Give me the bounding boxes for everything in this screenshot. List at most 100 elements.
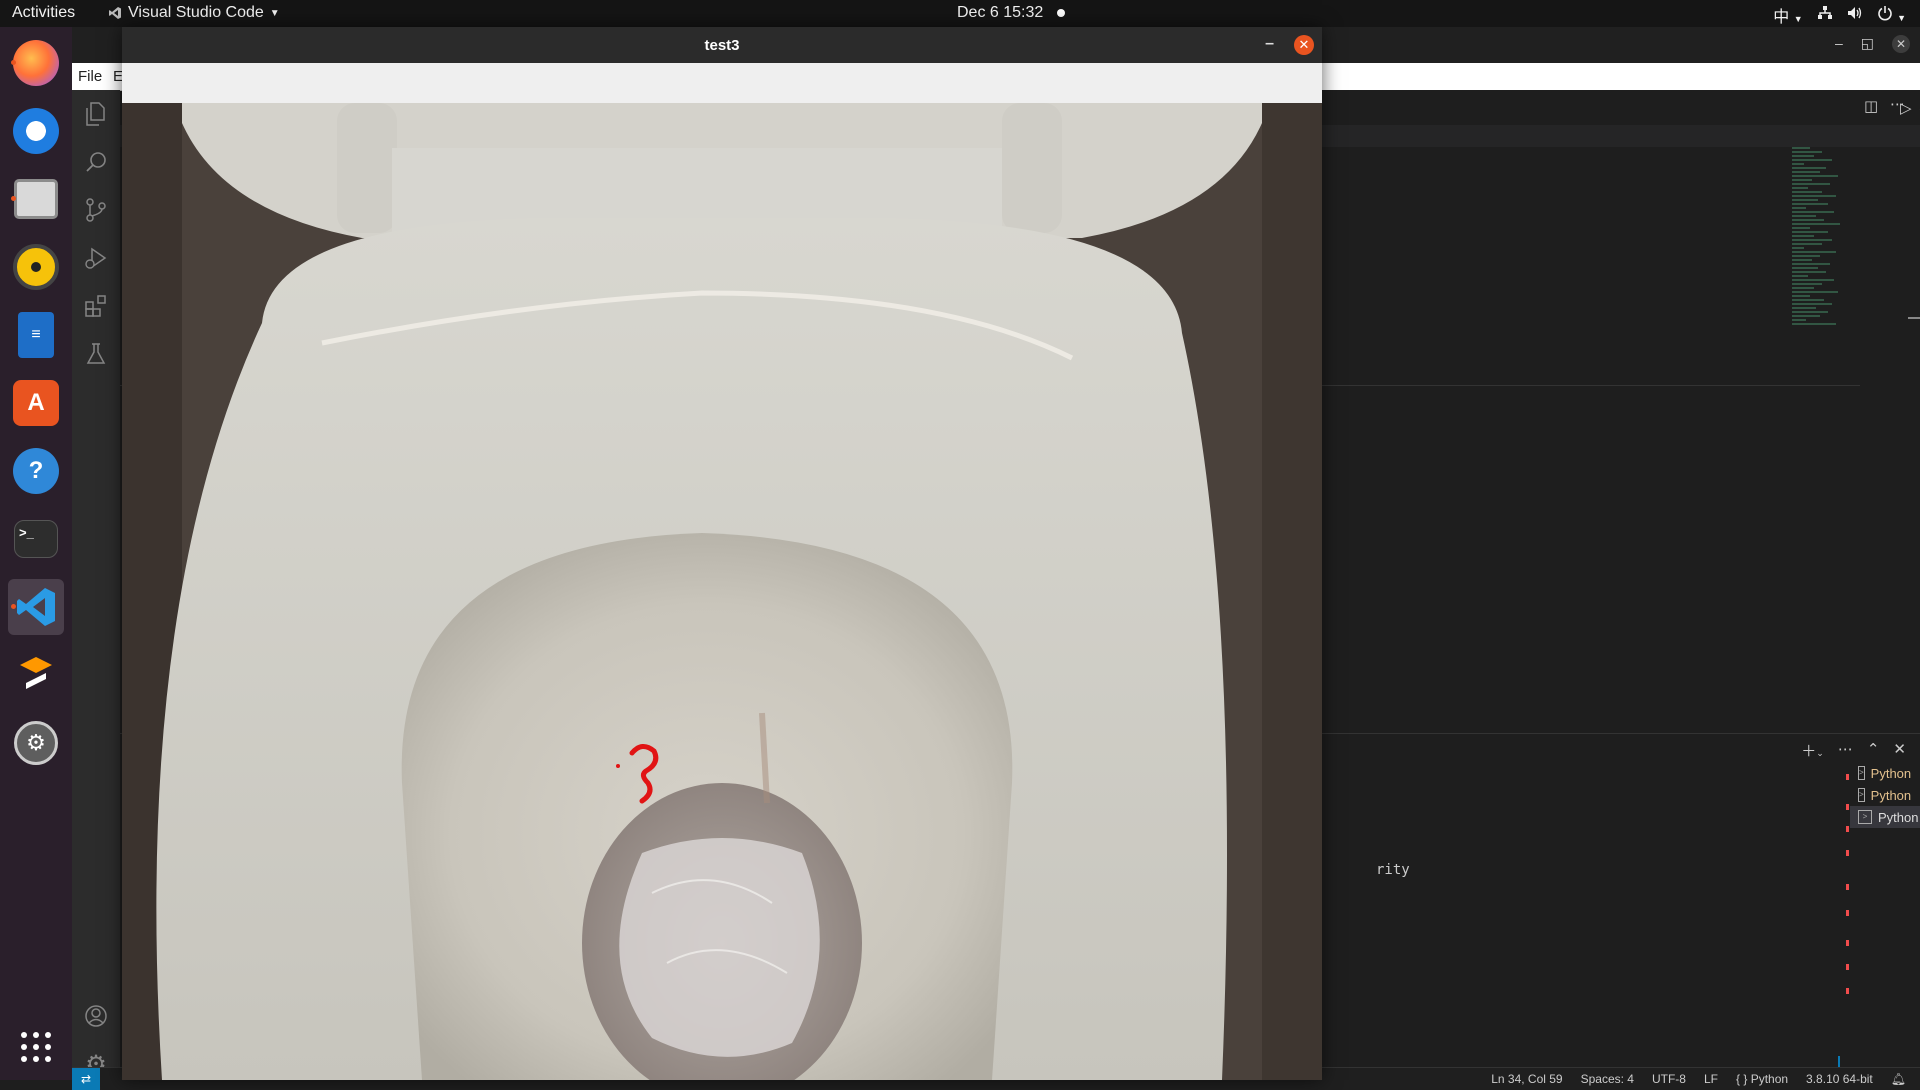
terminal-item[interactable]: > Python ⚠ [1850, 784, 1920, 806]
ubuntu-dock: ≡ A ? >_ ⚙ [0, 27, 72, 1080]
minimap-line [1792, 223, 1840, 225]
dock-terminal[interactable]: >_ [8, 511, 64, 567]
terminal-small-icon: > [1858, 810, 1872, 824]
dock-writer[interactable]: ≡ [8, 307, 64, 363]
software-icon: A [13, 380, 59, 426]
menu-file[interactable]: File [78, 68, 102, 85]
minimap-line [1792, 287, 1814, 289]
minimap-line [1792, 311, 1828, 313]
terminal-small-icon: > [1858, 766, 1865, 780]
minimap-line [1792, 163, 1804, 165]
dock-firefox[interactable] [8, 35, 64, 91]
close-icon[interactable]: ✕ [1892, 35, 1910, 53]
run-debug-icon[interactable] [82, 244, 110, 272]
testing-icon[interactable] [82, 340, 110, 368]
app-menu[interactable]: Visual Studio Code ▼ [108, 4, 280, 22]
minimap-line [1792, 239, 1832, 241]
settings-icon: ⚙ [14, 721, 58, 765]
activities-button[interactable]: Activities [12, 4, 75, 22]
volume-icon[interactable] [1847, 6, 1863, 25]
minimap-line [1792, 231, 1828, 233]
minimap-line [1792, 247, 1804, 249]
panel-actions: ＋⌄ ⋯ ⌃ ✕ [1801, 740, 1906, 761]
end-of-line[interactable]: LF [1704, 1072, 1718, 1086]
python-interpreter[interactable]: 3.8.10 64-bit [1806, 1072, 1873, 1086]
scrollbar-thumb[interactable] [1908, 317, 1920, 319]
minimap-line [1792, 279, 1834, 281]
accounts-icon[interactable] [82, 1002, 110, 1030]
dock-help[interactable]: ? [8, 443, 64, 499]
new-terminal-icon[interactable]: ＋⌄ [1801, 740, 1824, 761]
minimap-line [1792, 295, 1810, 297]
split-editor-icon[interactable]: ◫ [1864, 97, 1878, 115]
encoding[interactable]: UTF-8 [1652, 1072, 1686, 1086]
input-method-indicator[interactable]: 中 ▼ [1773, 3, 1802, 27]
terminal-item[interactable]: > Python ⚠ [1850, 762, 1920, 784]
minimap-line [1792, 323, 1836, 325]
extensions-icon[interactable] [82, 292, 110, 320]
minimap-line [1792, 267, 1818, 269]
dock-show-apps[interactable] [8, 1019, 64, 1075]
notifications-bell-icon[interactable]: 🔔︎ [1891, 1072, 1906, 1086]
minimap-line [1792, 303, 1832, 305]
firefox-icon [13, 40, 59, 86]
dock-settings[interactable]: ⚙ [8, 715, 64, 771]
minimap-line [1792, 171, 1820, 173]
minimize-icon[interactable]: – [1265, 35, 1274, 53]
minimap-line [1792, 275, 1808, 277]
rhythmbox-icon [13, 244, 59, 290]
source-control-icon[interactable] [82, 196, 110, 224]
clock[interactable]: Dec 6 15:32 [957, 4, 1066, 22]
sublime-icon [20, 657, 52, 689]
minimize-icon[interactable]: – [1835, 35, 1843, 53]
minimap-line [1792, 271, 1826, 273]
minimap[interactable] [1792, 145, 1872, 335]
vscode-small-icon [109, 7, 121, 19]
dock-vscode[interactable] [8, 579, 64, 635]
indentation[interactable]: Spaces: 4 [1581, 1072, 1634, 1086]
image-canvas[interactable] [122, 103, 1322, 1080]
running-indicator [11, 604, 16, 609]
minimap-line [1792, 291, 1838, 293]
minimap-line [1792, 227, 1810, 229]
language-mode[interactable]: { } Python [1736, 1072, 1788, 1086]
minimap-line [1792, 263, 1830, 265]
minimap-line [1792, 251, 1836, 253]
viewer-toolbar [122, 63, 1322, 103]
minimap-line [1792, 215, 1816, 217]
maximize-panel-icon[interactable]: ⌃ [1867, 740, 1880, 761]
dock-rhythmbox[interactable] [8, 239, 64, 295]
terminal-output-text: rity [1376, 862, 1410, 878]
remote-indicator-icon[interactable]: ⇄ [72, 1068, 100, 1090]
more-icon[interactable]: ⋯ [1838, 740, 1853, 761]
minimap-line [1792, 195, 1836, 197]
gnome-top-bar: Activities Visual Studio Code ▼ Dec 6 15… [0, 0, 1920, 27]
power-icon[interactable]: ▼ [1877, 5, 1906, 26]
terminal-decorations [1846, 774, 1849, 1014]
dock-thunderbird[interactable] [8, 103, 64, 159]
more-actions-icon[interactable]: ⋯ [1890, 95, 1905, 113]
maximize-icon[interactable]: ◱ [1861, 35, 1874, 53]
thunderbird-icon [13, 108, 59, 154]
cursor-position[interactable]: Ln 34, Col 59 [1491, 1072, 1562, 1086]
network-icon[interactable] [1817, 5, 1833, 25]
close-icon[interactable]: ✕ [1294, 35, 1314, 55]
viewer-titlebar[interactable]: test3 – ✕ [122, 27, 1322, 63]
close-panel-icon[interactable]: ✕ [1893, 740, 1906, 761]
chevron-down-icon: ▼ [269, 7, 280, 19]
minimap-line [1792, 151, 1822, 153]
writer-icon: ≡ [18, 312, 54, 358]
help-icon: ? [13, 448, 59, 494]
search-icon[interactable] [82, 148, 110, 176]
terminal-list: > Python ⚠ > Python ⚠ > Python [1850, 762, 1920, 828]
dock-software[interactable]: A [8, 375, 64, 431]
minimap-line [1792, 191, 1822, 193]
terminal-item-selected[interactable]: > Python [1850, 806, 1920, 828]
explorer-icon[interactable] [82, 100, 110, 128]
vscode-icon [17, 588, 55, 626]
dock-sublime[interactable] [8, 647, 64, 703]
notification-dot-icon [1057, 9, 1066, 17]
dock-files[interactable] [8, 171, 64, 227]
editor-toolbar: ▷ ⌄ [1322, 90, 1920, 125]
window-title: test3 [704, 36, 740, 54]
